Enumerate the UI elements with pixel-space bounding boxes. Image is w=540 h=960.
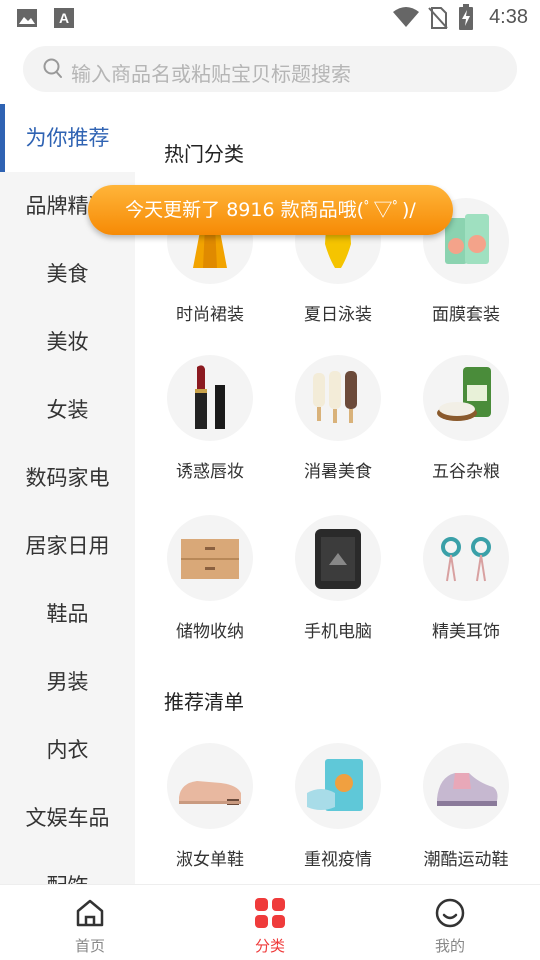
sidebar-item-recommend[interactable]: 为你推荐: [0, 104, 135, 172]
sneaker-icon: [423, 743, 509, 829]
storage-drawer-icon: [167, 515, 253, 601]
category-item-loafer[interactable]: 淑女单鞋: [146, 743, 274, 870]
sidebar-item-digital[interactable]: 数码家电: [0, 444, 135, 512]
tab-home[interactable]: 首页: [0, 885, 180, 960]
tab-category[interactable]: 分类: [180, 885, 360, 960]
search-placeholder: 输入商品名或粘贴宝贝标题搜索: [71, 62, 351, 86]
category-item-popsicle[interactable]: 消暑美食: [274, 355, 402, 482]
medical-mask-icon: [295, 743, 381, 829]
sidebar-item-makeup[interactable]: 美妆: [0, 308, 135, 376]
loafer-icon: [167, 743, 253, 829]
sidebar-item-mens[interactable]: 男装: [0, 648, 135, 716]
rugged-phone-icon: [295, 515, 381, 601]
earrings-icon: [423, 515, 509, 601]
profile-face-icon: [435, 898, 465, 928]
section-title-hot: 热门分类: [164, 142, 244, 166]
category-grid-icon: [255, 898, 285, 928]
svg-text:A: A: [59, 10, 69, 26]
tab-profile[interactable]: 我的: [360, 885, 540, 960]
sidebar-item-womens[interactable]: 女装: [0, 376, 135, 444]
category-item-sneaker[interactable]: 潮酷运动鞋: [402, 743, 530, 870]
category-item-earrings[interactable]: 精美耳饰: [402, 515, 530, 642]
no-sim-icon: [428, 7, 448, 29]
search-icon: [43, 58, 62, 78]
lipstick-icon: [167, 355, 253, 441]
category-item-lipstick[interactable]: 诱惑唇妆: [146, 355, 274, 482]
category-item-phone[interactable]: 手机电脑: [274, 515, 402, 642]
image-icon: [17, 9, 37, 27]
bottom-tab-bar: 首页 分类 我的: [0, 884, 540, 960]
home-icon: [76, 899, 104, 927]
category-item-storage[interactable]: 储物收纳: [146, 515, 274, 642]
sidebar-item-home[interactable]: 居家日用: [0, 512, 135, 580]
update-toast: 今天更新了 8916 款商品哦(ﾟ▽ﾟ)/: [88, 185, 453, 235]
sidebar-item-shoes[interactable]: 鞋品: [0, 580, 135, 648]
sidebar-item-entertainment[interactable]: 文娱车品: [0, 784, 135, 852]
battery-charging-icon: [459, 4, 473, 30]
sidebar-item-food[interactable]: 美食: [0, 240, 135, 308]
popsicle-icon: [295, 355, 381, 441]
wifi-icon: [393, 7, 419, 27]
status-bar: A 4:38: [0, 0, 540, 36]
font-a-icon: A: [54, 8, 74, 28]
section-title-recommend: 推荐清单: [164, 690, 244, 714]
category-item-epidemic[interactable]: 重视疫情: [274, 743, 402, 870]
rice-icon: [423, 355, 509, 441]
sidebar-item-accessories[interactable]: 配饰: [0, 852, 135, 884]
sidebar-item-underwear[interactable]: 内衣: [0, 716, 135, 784]
search-input[interactable]: 输入商品名或粘贴宝贝标题搜索: [23, 46, 517, 92]
status-time: 4:38: [489, 6, 528, 28]
category-item-rice[interactable]: 五谷杂粮: [402, 355, 530, 482]
